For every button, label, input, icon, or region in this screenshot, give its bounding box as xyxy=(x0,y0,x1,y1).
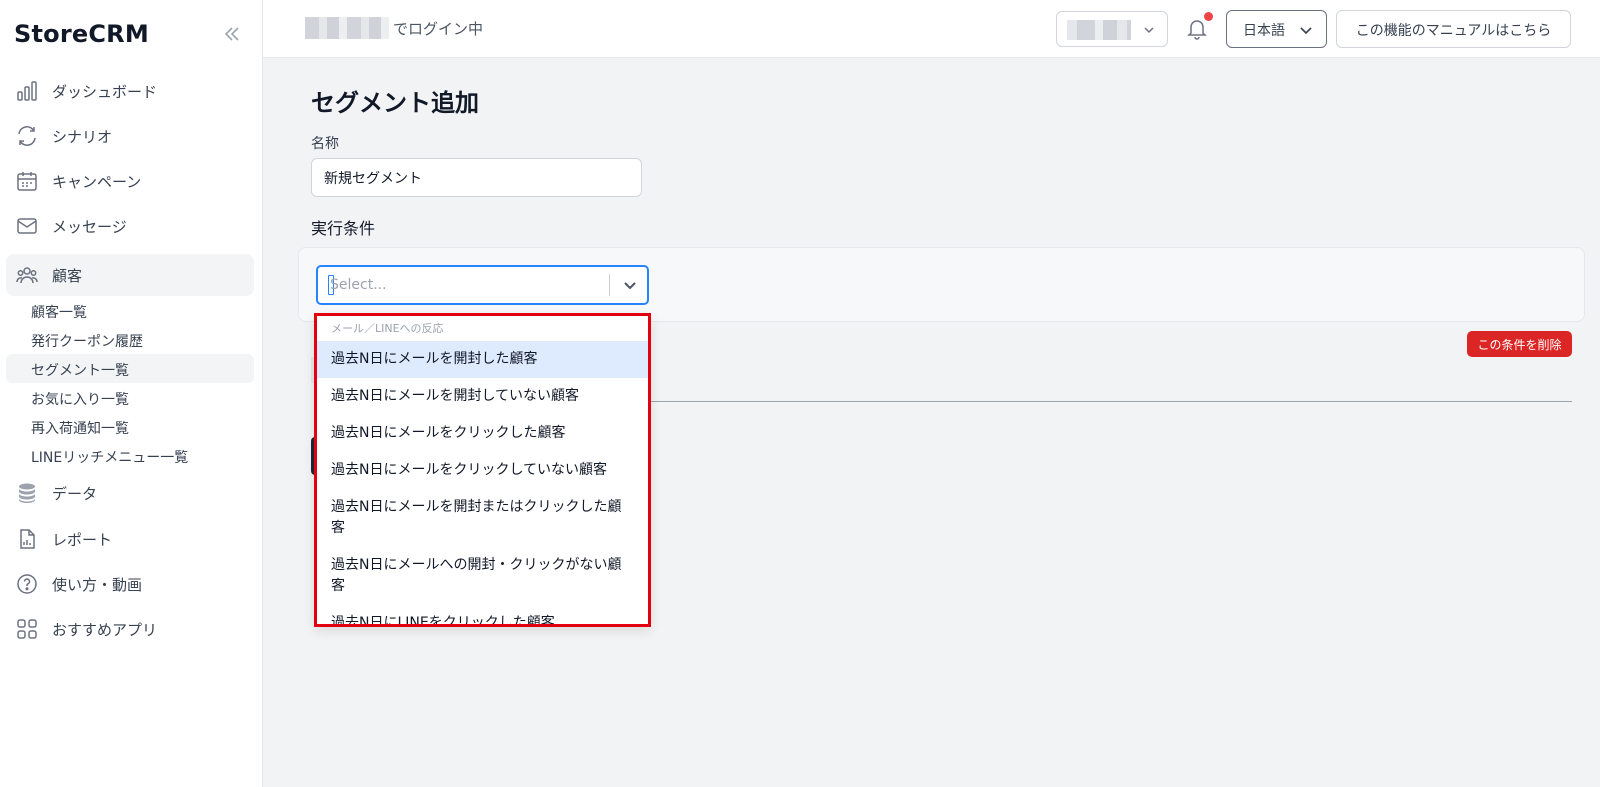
report-icon xyxy=(20,529,35,549)
menu-option[interactable]: 過去N日にメールをクリックした顧客 xyxy=(317,415,648,452)
language-label: 日本語 xyxy=(1243,23,1285,39)
delete-condition-button[interactable]: この条件を削除 xyxy=(1467,331,1572,357)
nav-recommended-apps[interactable]: おすすめアプリ xyxy=(6,608,254,650)
help-icon xyxy=(17,574,37,594)
select-separator xyxy=(609,274,610,296)
nav-dashboard[interactable]: ダッシュボード xyxy=(6,70,254,112)
manual-button-label: この機能のマニュアルはこちら xyxy=(1355,23,1552,39)
subnav-customer-list[interactable]: 顧客一覧 xyxy=(6,296,254,325)
nav-label: シナリオ xyxy=(52,127,113,146)
database-icon xyxy=(19,483,35,503)
redacted-store-name xyxy=(1067,20,1131,40)
nav-campaign[interactable]: キャンペーン xyxy=(6,160,254,202)
nav-label: データ xyxy=(52,484,98,503)
segment-name-input[interactable] xyxy=(311,158,642,197)
top-header: でログイン中 日本語 この機能のマニュアルはこちら xyxy=(263,0,1600,58)
users-icon xyxy=(16,267,38,284)
menu-group-label: メール／LINEへの反応 xyxy=(331,322,444,335)
apps-icon xyxy=(17,619,37,639)
page-title: セグメント追加 xyxy=(311,89,479,117)
nav-help[interactable]: 使い方・動画 xyxy=(6,563,254,605)
nav-data[interactable]: データ xyxy=(6,472,254,514)
bar-chart-icon xyxy=(17,81,37,101)
subnav-label: 再入荷通知一覧 xyxy=(31,421,129,437)
condition-select[interactable]: Select... xyxy=(316,265,649,305)
nav-label: キャンペーン xyxy=(52,172,142,191)
subnav-coupon-history[interactable]: 発行クーポン履歴 xyxy=(6,325,254,354)
subnav-favorites[interactable]: お気に入り一覧 xyxy=(6,383,254,412)
notification-dot xyxy=(1204,12,1213,21)
nav-report[interactable]: レポート xyxy=(6,518,254,560)
sidebar: StoreCRM ダッシュボード シナリオ キャンペーン メッセージ 顧客 顧客… xyxy=(0,0,263,787)
redacted-account-name xyxy=(305,17,389,39)
nav-label: メッセージ xyxy=(52,217,127,236)
login-status-text: でログイン中 xyxy=(393,20,484,38)
collapse-sidebar-icon[interactable] xyxy=(222,24,242,44)
subnav-line-rich-menu[interactable]: LINEリッチメニュー一覧 xyxy=(6,441,254,470)
menu-option[interactable]: 過去N日にメールを開封した顧客 xyxy=(317,341,648,378)
subnav-label: LINEリッチメニュー一覧 xyxy=(31,450,189,466)
menu-option[interactable]: 過去N日にメールを開封またはクリックした顧客 xyxy=(317,489,648,547)
nav-scenario[interactable]: シナリオ xyxy=(6,115,254,157)
subnav-segment-list[interactable]: セグメント一覧 xyxy=(6,354,254,383)
section-divider xyxy=(648,401,1572,402)
subnav-label: 発行クーポン履歴 xyxy=(31,334,143,350)
language-selector[interactable]: 日本語 xyxy=(1226,10,1327,48)
nav-customer[interactable]: 顧客 xyxy=(6,254,254,296)
nav-label: レポート xyxy=(52,530,113,549)
nav-label: ダッシュボード xyxy=(52,82,158,101)
condition-section-label: 実行条件 xyxy=(311,219,376,238)
store-selector[interactable] xyxy=(1056,11,1168,47)
chevron-down-icon xyxy=(1144,27,1154,34)
condition-dropdown-menu: メール／LINEへの反応 過去N日にメールを開封した顧客 過去N日にメールを開封… xyxy=(314,313,651,627)
subnav-label: お気に入り一覧 xyxy=(31,392,129,408)
chevron-down-icon[interactable] xyxy=(622,277,638,293)
menu-option[interactable]: 過去N日にメールを開封していない顧客 xyxy=(317,378,648,415)
manual-button[interactable]: この機能のマニュアルはこちら xyxy=(1336,10,1571,48)
subnav-label: 顧客一覧 xyxy=(31,305,87,321)
nav-label: おすすめアプリ xyxy=(52,620,158,639)
app-logo[interactable]: StoreCRM xyxy=(14,20,149,48)
select-placeholder: Select... xyxy=(330,277,387,293)
subnav-restock[interactable]: 再入荷通知一覧 xyxy=(6,412,254,441)
nav-label: 顧客 xyxy=(52,266,83,285)
subnav-label: セグメント一覧 xyxy=(31,363,129,379)
menu-option[interactable]: 過去N日にLINEをクリックした顧客 xyxy=(317,605,648,624)
menu-option[interactable]: 過去N日にメールをクリックしていない顧客 xyxy=(317,452,648,489)
refresh-icon xyxy=(18,126,36,146)
chevron-down-icon xyxy=(1300,27,1312,35)
name-field-label: 名称 xyxy=(311,136,339,152)
delete-condition-label: この条件を削除 xyxy=(1477,338,1562,352)
calendar-icon xyxy=(17,172,37,191)
nav-label: 使い方・動画 xyxy=(52,575,143,594)
menu-option[interactable]: 過去N日にメールへの開封・クリックがない顧客 xyxy=(317,547,648,605)
nav-message[interactable]: メッセージ xyxy=(6,205,254,247)
mail-icon xyxy=(17,218,37,234)
